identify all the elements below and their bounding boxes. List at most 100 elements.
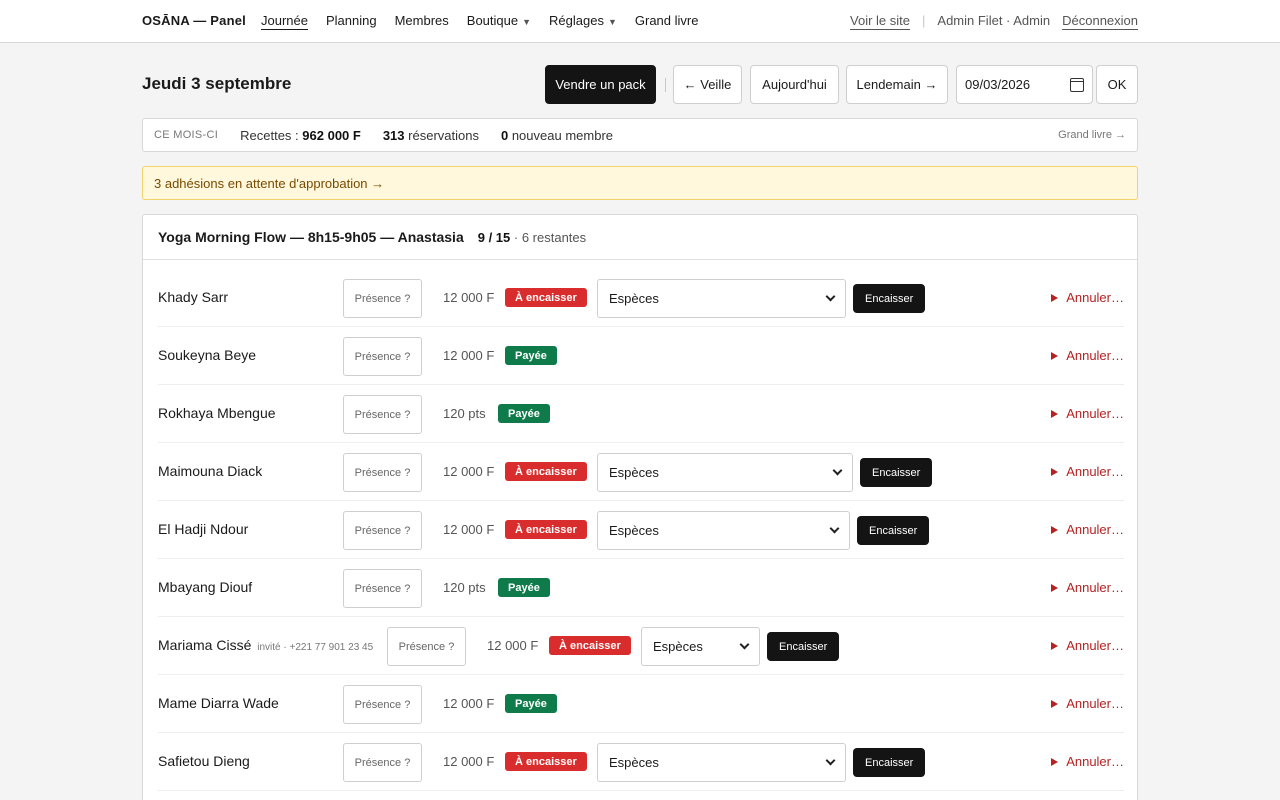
- payment-status-badge: À encaisser: [549, 636, 631, 655]
- price: 12 000 F: [443, 290, 495, 305]
- capacity-count: 9 / 15: [477, 229, 511, 245]
- attendee-row: Mame Diarra Wade Présence ? 12 000 F Payée A…: [158, 675, 1124, 733]
- triangle-right-icon: [1051, 293, 1059, 302]
- cash-in-button[interactable]: Encaisser: [860, 458, 933, 487]
- presence-button[interactable]: Présence ?: [343, 279, 422, 318]
- presence-button[interactable]: Présence ?: [343, 685, 422, 724]
- session-header: Yoga Morning Flow — 8h15-9h05 — Anastasi…: [143, 215, 1137, 260]
- capacity-remaining: · 6 restantes: [513, 229, 587, 245]
- price: 12 000 F: [443, 754, 495, 769]
- nav-item-membres[interactable]: Membres: [395, 13, 449, 28]
- attendee-name[interactable]: Mariama Cissé invité · +221 77 901 23 45: [158, 637, 373, 653]
- cancel-toggle[interactable]: Annuler…: [1051, 522, 1124, 537]
- cancel-label: Annuler…: [1066, 638, 1124, 653]
- presence-button[interactable]: Présence ?: [343, 453, 422, 492]
- page-title: Jeudi 3 septembre: [142, 74, 292, 93]
- attendee-name-text: Khady Sarr: [158, 289, 229, 305]
- payment-method-select[interactable]: Espèces: [597, 453, 853, 492]
- current-user: Admin Filet · Admin: [937, 13, 1051, 28]
- presence-button[interactable]: Présence ?: [387, 627, 466, 666]
- date-value: 09/03/2026: [965, 77, 1031, 92]
- calendar-icon[interactable]: [1070, 77, 1084, 92]
- header-divider: [665, 78, 666, 92]
- cancel-toggle[interactable]: Annuler…: [1051, 638, 1124, 653]
- stats-revenue: Recettes : 962 000 F: [240, 128, 361, 143]
- chevron-down-icon: [825, 291, 836, 302]
- attendee-name[interactable]: Safietou Dieng: [158, 753, 250, 769]
- attendee-name-text: Soukeyna Beye: [158, 347, 257, 363]
- cancel-toggle[interactable]: Annuler…: [1051, 696, 1124, 711]
- attendee-name-text: Mame Diarra Wade: [158, 695, 279, 711]
- payment-method-value: Espèces: [609, 291, 659, 306]
- cash-in-button[interactable]: Encaisser: [853, 748, 926, 777]
- brand-logo-text[interactable]: OSĀNA — Panel: [142, 13, 246, 28]
- ok-button[interactable]: OK: [1096, 65, 1138, 104]
- attendee-name[interactable]: El Hadji Ndour: [158, 521, 248, 537]
- presence-button[interactable]: Présence ?: [343, 743, 422, 782]
- payment-method-select[interactable]: Espèces: [641, 627, 760, 666]
- presence-button[interactable]: Présence ?: [343, 511, 422, 550]
- alert-text: 3 adhésions en attente d'approbation →: [154, 175, 385, 191]
- presence-button[interactable]: Présence ?: [343, 337, 422, 376]
- cancel-toggle[interactable]: Annuler…: [1051, 348, 1124, 363]
- attendee-name-text: Rokhaya Mbengue: [158, 405, 276, 421]
- price: 12 000 F: [487, 638, 539, 653]
- cancel-label: Annuler…: [1066, 754, 1124, 769]
- presence-button[interactable]: Présence ?: [343, 569, 422, 608]
- cancel-label: Annuler…: [1066, 464, 1124, 479]
- view-site-link[interactable]: Voir le site: [850, 13, 910, 28]
- nav-item-grandlivre[interactable]: Grand livre: [635, 13, 699, 28]
- payment-method-select[interactable]: Espèces: [597, 511, 850, 550]
- price: 12 000 F: [443, 348, 495, 363]
- sell-pack-button[interactable]: Vendre un pack: [545, 65, 656, 104]
- attendee-name[interactable]: Maimouna Diack: [158, 463, 262, 479]
- attendee-row: Khady Sarr Présence ? 12 000 F À encaisser E…: [158, 269, 1124, 327]
- payment-method-select[interactable]: Espèces: [597, 743, 846, 782]
- cancel-toggle[interactable]: Annuler…: [1051, 754, 1124, 769]
- nav-item-boutique[interactable]: Boutique ▼: [467, 13, 531, 28]
- cancel-toggle[interactable]: Annuler…: [1051, 464, 1124, 479]
- cancel-toggle[interactable]: Annuler…: [1051, 580, 1124, 595]
- cancel-label: Annuler…: [1066, 580, 1124, 595]
- price: 120 pts: [443, 580, 486, 595]
- previous-day-button[interactable]: ← Veille: [673, 65, 742, 104]
- revenue-label: Recettes :: [240, 127, 299, 143]
- nav-item-label: Journée: [261, 13, 308, 28]
- payment-method-select[interactable]: Espèces: [597, 279, 846, 318]
- attendee-row: El Hadji Ndour Présence ? 12 000 F À encais…: [158, 501, 1124, 559]
- cancel-toggle[interactable]: Annuler…: [1051, 290, 1124, 305]
- cancel-label: Annuler…: [1066, 522, 1124, 537]
- attendee-name[interactable]: Mame Diarra Wade: [158, 695, 279, 711]
- next-day-button[interactable]: Lendemain →: [846, 65, 948, 104]
- attendee-name[interactable]: Khady Sarr: [158, 289, 228, 305]
- attendee-name-text: Mariama Cissé: [158, 637, 252, 653]
- caret-down-icon: ▼: [607, 17, 617, 27]
- caret-down-icon: ▼: [522, 17, 532, 27]
- nav-item-label: Boutique: [466, 13, 519, 28]
- attendee-name[interactable]: Soukeyna Beye: [158, 347, 256, 363]
- date-input[interactable]: 09/03/2026: [956, 65, 1093, 104]
- presence-button[interactable]: Présence ?: [343, 395, 422, 434]
- pending-approvals-alert[interactable]: 3 adhésions en attente d'approbation →: [142, 166, 1138, 200]
- attendee-name[interactable]: Mbayang Diouf: [158, 579, 252, 595]
- chevron-down-icon: [825, 755, 836, 766]
- ledger-link[interactable]: Grand livre →: [1058, 129, 1126, 141]
- nav-right: Voir le site | Admin Filet · Admin Décon…: [850, 13, 1138, 28]
- attendee-name-text: Mbayang Diouf: [158, 579, 253, 595]
- price: 12 000 F: [443, 464, 495, 479]
- logout-link[interactable]: Déconnexion: [1062, 13, 1138, 28]
- cancel-label: Annuler…: [1066, 290, 1124, 305]
- nav-item-planning[interactable]: Planning: [326, 13, 377, 28]
- nav-item-rglages[interactable]: Réglages ▼: [549, 13, 617, 28]
- triangle-right-icon: [1051, 583, 1059, 592]
- cash-in-button[interactable]: Encaisser: [853, 284, 926, 313]
- nav-item-journe[interactable]: Journée: [261, 13, 308, 28]
- cash-in-button[interactable]: Encaisser: [767, 632, 840, 661]
- session-capacity: 9 / 15 · 6 restantes: [478, 230, 586, 245]
- cash-in-button[interactable]: Encaisser: [857, 516, 930, 545]
- today-button[interactable]: Aujourd'hui: [750, 65, 839, 104]
- payment-method-value: Espèces: [609, 755, 659, 770]
- attendee-name[interactable]: Rokhaya Mbengue: [158, 405, 276, 421]
- payment-status-badge: Payée: [498, 404, 550, 423]
- cancel-toggle[interactable]: Annuler…: [1051, 406, 1124, 421]
